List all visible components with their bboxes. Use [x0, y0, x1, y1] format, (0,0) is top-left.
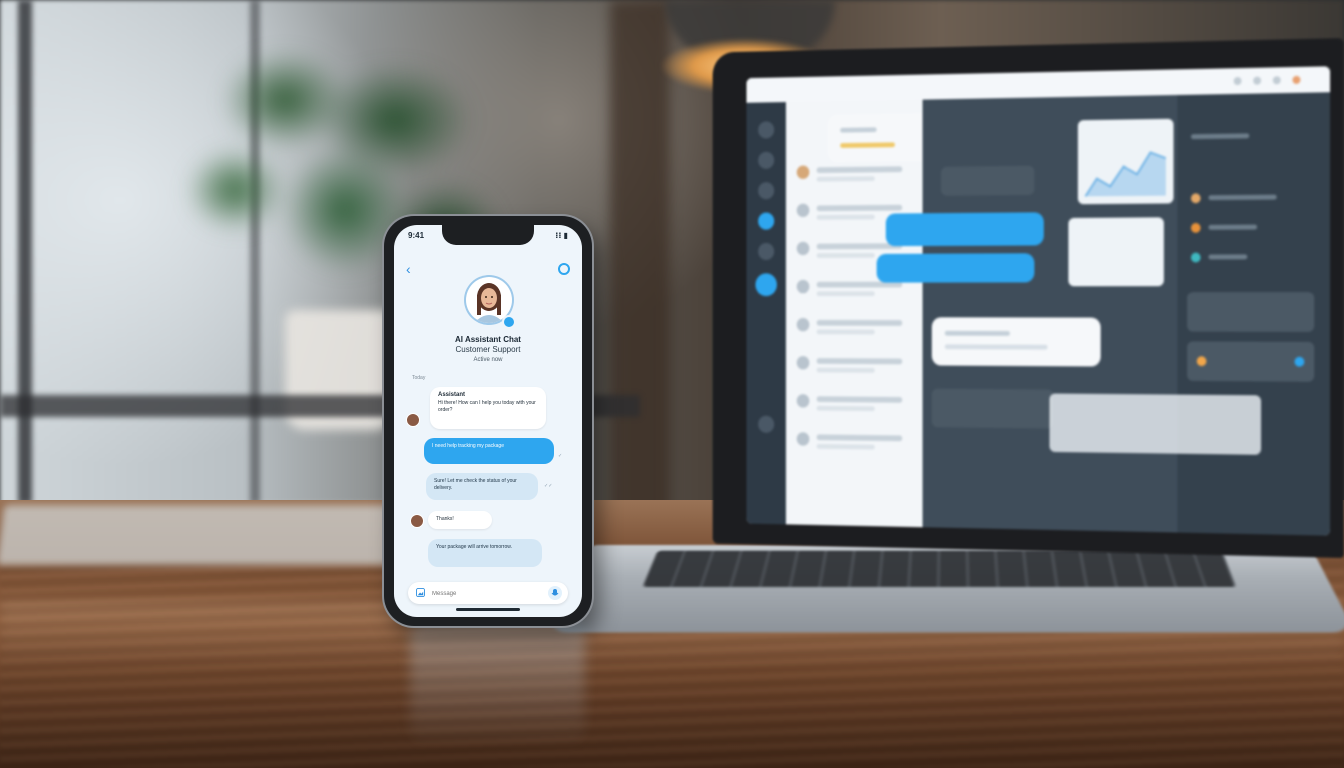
message-bubble: I need help tracking my package: [424, 438, 554, 464]
read-receipt-icon: ✓: [558, 453, 563, 459]
phone-notch: [442, 225, 534, 245]
area-chart-graphic: [1078, 119, 1174, 205]
list-item: [796, 387, 912, 417]
back-chevron-icon[interactable]: ‹: [406, 261, 422, 277]
woman-portrait-icon: [474, 283, 504, 323]
phone-screen: 9:41 ⁝⁝ ▮ ‹ AI Assistant Chat Customer S…: [394, 225, 582, 617]
date-divider: Today: [412, 375, 426, 381]
image-attach-icon[interactable]: [416, 588, 425, 597]
message-text: Your package will arrive tomorrow.: [436, 544, 512, 550]
message-sender: Assistant: [438, 392, 466, 398]
sidebar-card: [1187, 341, 1315, 382]
nav-icon: [758, 151, 775, 169]
sidebar-card: [1187, 292, 1315, 332]
nav-icon: [758, 182, 775, 200]
assistant-avatar: [406, 413, 420, 427]
assistant-avatar: [410, 514, 424, 528]
nav-icon: [755, 273, 777, 297]
read-receipt-icon: ✓✓: [544, 483, 553, 489]
message-text: Thanks!: [436, 516, 454, 522]
laptop-conversation-list: [785, 99, 923, 528]
status-time: 9:41: [408, 231, 425, 240]
window-control-icon: [1233, 77, 1242, 86]
chat-bubble: [876, 253, 1035, 283]
nav-icon: [758, 242, 775, 261]
chat-bubble: [885, 212, 1044, 247]
smartphone: 9:41 ⁝⁝ ▮ ‹ AI Assistant Chat Customer S…: [384, 216, 592, 626]
laptop-composer-card: [1049, 393, 1262, 455]
contact-name: AI Assistant Chat: [455, 335, 521, 344]
window-control-icon: [1292, 75, 1301, 84]
contact-title: AI Assistant Chat Customer Support: [394, 335, 582, 355]
laptop-right-sidebar: [1177, 92, 1331, 536]
message-bubble: Thanks!: [428, 511, 492, 529]
message-composer[interactable]: [408, 582, 568, 604]
list-item: [796, 311, 912, 340]
info-icon[interactable]: [558, 263, 570, 275]
laptop-keyboard: [642, 550, 1237, 587]
online-status-icon: [502, 315, 516, 329]
laptop-base: [544, 545, 1344, 633]
blurred-notebook: [0, 505, 405, 565]
home-indicator: [456, 608, 520, 611]
window-control-icon: [1272, 76, 1281, 85]
phone-reflection: [410, 618, 585, 748]
nav-icon: [758, 212, 775, 230]
laptop-chart-card: [1077, 118, 1174, 205]
laptop-screen: [746, 66, 1331, 536]
window-control-icon: [1253, 76, 1262, 85]
window-frame: [18, 0, 32, 520]
laptop-nav-rail: [746, 102, 786, 525]
message-input[interactable]: [432, 589, 532, 598]
message-text: Hi there! How can I help you today with …: [438, 400, 536, 413]
laptop: [712, 38, 1344, 558]
laptop-info-card: [1068, 217, 1164, 287]
status-icons: ⁝⁝ ▮: [555, 231, 568, 240]
chat-header-card: [941, 165, 1035, 196]
nav-icon: [758, 415, 775, 433]
chat-bubble: [931, 317, 1101, 367]
message-text: Sure! Let me check the status of your de…: [434, 478, 517, 491]
contact-status: Active now: [473, 357, 503, 363]
nav-icon: [758, 121, 775, 139]
list-item: [796, 426, 912, 456]
contact-role: Customer Support: [455, 345, 521, 354]
message-bubble: Your package will arrive tomorrow.: [428, 539, 542, 567]
message-bubble: Sure! Let me check the status of your de…: [426, 473, 538, 500]
message-bubble: Assistant Hi there! How can I help you t…: [430, 387, 546, 429]
list-item: [796, 349, 912, 378]
message-text: I need help tracking my package: [432, 443, 504, 449]
microphone-icon[interactable]: [548, 586, 562, 600]
chat-info-card: [931, 388, 1054, 429]
